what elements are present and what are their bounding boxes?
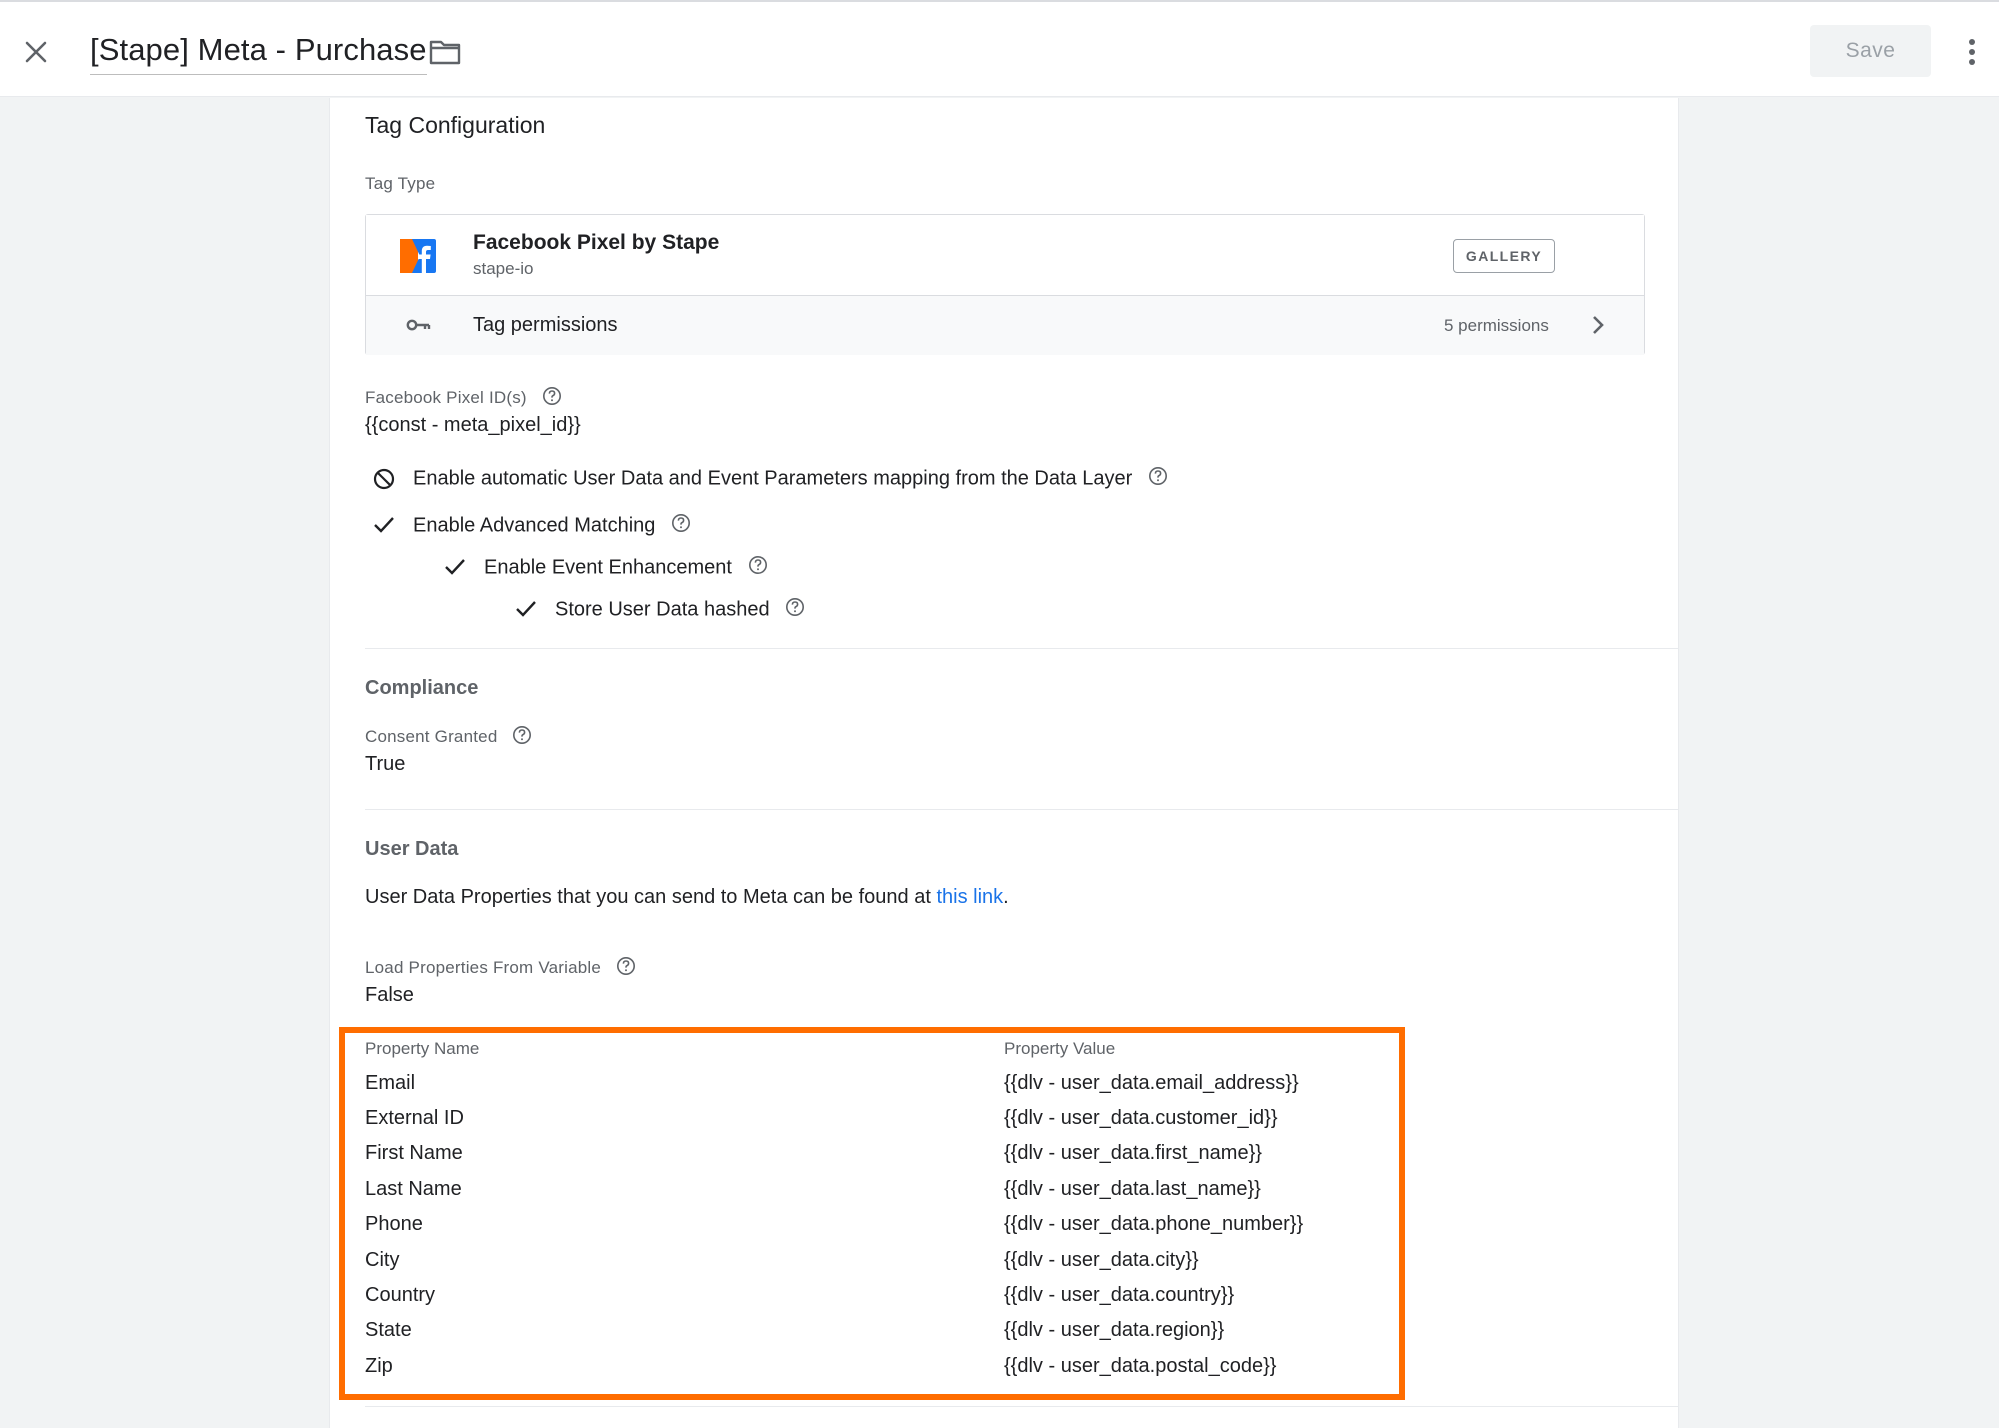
property-name: Last Name bbox=[365, 1178, 462, 1200]
tag-type-name: Facebook Pixel by Stape bbox=[473, 231, 720, 254]
pixel-id-label-row: Facebook Pixel ID(s) bbox=[365, 386, 562, 411]
pixel-id-value: {{const - meta_pixel_id}} bbox=[365, 414, 581, 436]
property-value: {{dlv - user_data.last_name}} bbox=[1004, 1178, 1261, 1200]
property-name: City bbox=[365, 1249, 400, 1271]
load-properties-label: Load Properties From Variable bbox=[365, 957, 602, 977]
property-name: State bbox=[365, 1319, 412, 1341]
help-icon[interactable] bbox=[616, 956, 636, 981]
save-button[interactable]: Save bbox=[1810, 25, 1931, 77]
tag-type-row[interactable]: Facebook Pixel by Stape stape-io GALLERY bbox=[366, 215, 1644, 295]
tag-title-input[interactable]: [Stape] Meta - Purchase bbox=[90, 32, 427, 75]
property-value: {{dlv - user_data.email_address}} bbox=[1004, 1072, 1299, 1094]
load-properties-value: False bbox=[365, 984, 414, 1006]
property-name: Email bbox=[365, 1072, 416, 1094]
tag-permissions-label: Tag permissions bbox=[473, 314, 618, 336]
tag-permissions-row[interactable]: Tag permissions 5 permissions bbox=[366, 295, 1644, 355]
key-icon bbox=[406, 315, 432, 340]
consent-label-row: Consent Granted bbox=[365, 725, 532, 750]
close-icon[interactable] bbox=[18, 34, 54, 70]
property-name: First Name bbox=[365, 1142, 463, 1164]
property-value: {{dlv - user_data.country}} bbox=[1004, 1284, 1235, 1306]
check-icon bbox=[443, 556, 467, 583]
divider bbox=[365, 1406, 1678, 1407]
user-data-description-text: User Data Properties that you can send t… bbox=[365, 886, 937, 908]
check-icon bbox=[514, 598, 538, 625]
user-data-description: User Data Properties that you can send t… bbox=[365, 886, 1009, 909]
help-icon[interactable] bbox=[671, 513, 691, 539]
option-automatic-mapping: Enable automatic User Data and Event Par… bbox=[413, 467, 1133, 490]
folder-icon[interactable] bbox=[427, 36, 463, 68]
property-value: {{dlv - user_data.phone_number}} bbox=[1004, 1213, 1304, 1235]
load-properties-label-row: Load Properties From Variable bbox=[365, 956, 636, 981]
help-icon[interactable] bbox=[748, 555, 768, 581]
section-title-compliance: Compliance bbox=[365, 677, 479, 699]
option-store-hashed-row: Store User Data hashed bbox=[555, 597, 805, 623]
option-advanced-matching: Enable Advanced Matching bbox=[413, 514, 656, 537]
column-header-property-name: Property Name bbox=[365, 1039, 480, 1058]
facebook-stape-icon bbox=[400, 237, 438, 280]
permissions-count: 5 permissions bbox=[1444, 316, 1549, 335]
top-bar: [Stape] Meta - Purchase Save bbox=[0, 0, 1999, 97]
pixel-id-label: Facebook Pixel ID(s) bbox=[365, 387, 527, 407]
section-title-user-data: User Data bbox=[365, 838, 459, 860]
property-value: {{dlv - user_data.customer_id}} bbox=[1004, 1107, 1278, 1129]
option-automatic-mapping-row: Enable automatic User Data and Event Par… bbox=[413, 466, 1168, 492]
property-name: External ID bbox=[365, 1107, 464, 1129]
property-name: Phone bbox=[365, 1213, 423, 1235]
gallery-button[interactable]: GALLERY bbox=[1453, 239, 1555, 273]
option-advanced-matching-row: Enable Advanced Matching bbox=[413, 513, 691, 539]
consent-value: True bbox=[365, 753, 406, 775]
tag-editor-panel: Tag Configuration Tag Type Facebook Pixe… bbox=[329, 98, 1679, 1428]
help-icon[interactable] bbox=[542, 386, 562, 411]
column-header-property-value: Property Value bbox=[1004, 1039, 1116, 1058]
help-icon[interactable] bbox=[1148, 466, 1168, 492]
property-value: {{dlv - user_data.postal_code}} bbox=[1004, 1355, 1277, 1377]
property-name: Country bbox=[365, 1284, 436, 1306]
property-name: Zip bbox=[365, 1355, 393, 1377]
option-event-enhancement: Enable Event Enhancement bbox=[484, 556, 732, 579]
help-icon[interactable] bbox=[785, 597, 805, 623]
tag-type-label: Tag Type bbox=[365, 174, 436, 193]
check-icon bbox=[372, 514, 396, 541]
property-value: {{dlv - user_data.city}} bbox=[1004, 1249, 1199, 1271]
help-icon[interactable] bbox=[512, 725, 532, 750]
more-vert-icon[interactable] bbox=[1955, 34, 1989, 70]
tag-type-publisher: stape-io bbox=[473, 259, 534, 278]
tag-type-card: Facebook Pixel by Stape stape-io GALLERY… bbox=[365, 214, 1645, 355]
chevron-right-icon bbox=[1588, 313, 1608, 342]
consent-label: Consent Granted bbox=[365, 726, 498, 746]
divider bbox=[365, 648, 1678, 649]
option-store-hashed: Store User Data hashed bbox=[555, 598, 770, 621]
property-value: {{dlv - user_data.region}} bbox=[1004, 1319, 1225, 1341]
divider bbox=[365, 809, 1678, 810]
section-title-tag-configuration: Tag Configuration bbox=[365, 112, 546, 138]
this-link[interactable]: this link bbox=[936, 886, 1003, 908]
property-value: {{dlv - user_data.first_name}} bbox=[1004, 1142, 1262, 1164]
option-event-enhancement-row: Enable Event Enhancement bbox=[484, 555, 768, 581]
block-icon bbox=[372, 467, 396, 496]
user-data-description-suffix: . bbox=[1003, 886, 1009, 908]
